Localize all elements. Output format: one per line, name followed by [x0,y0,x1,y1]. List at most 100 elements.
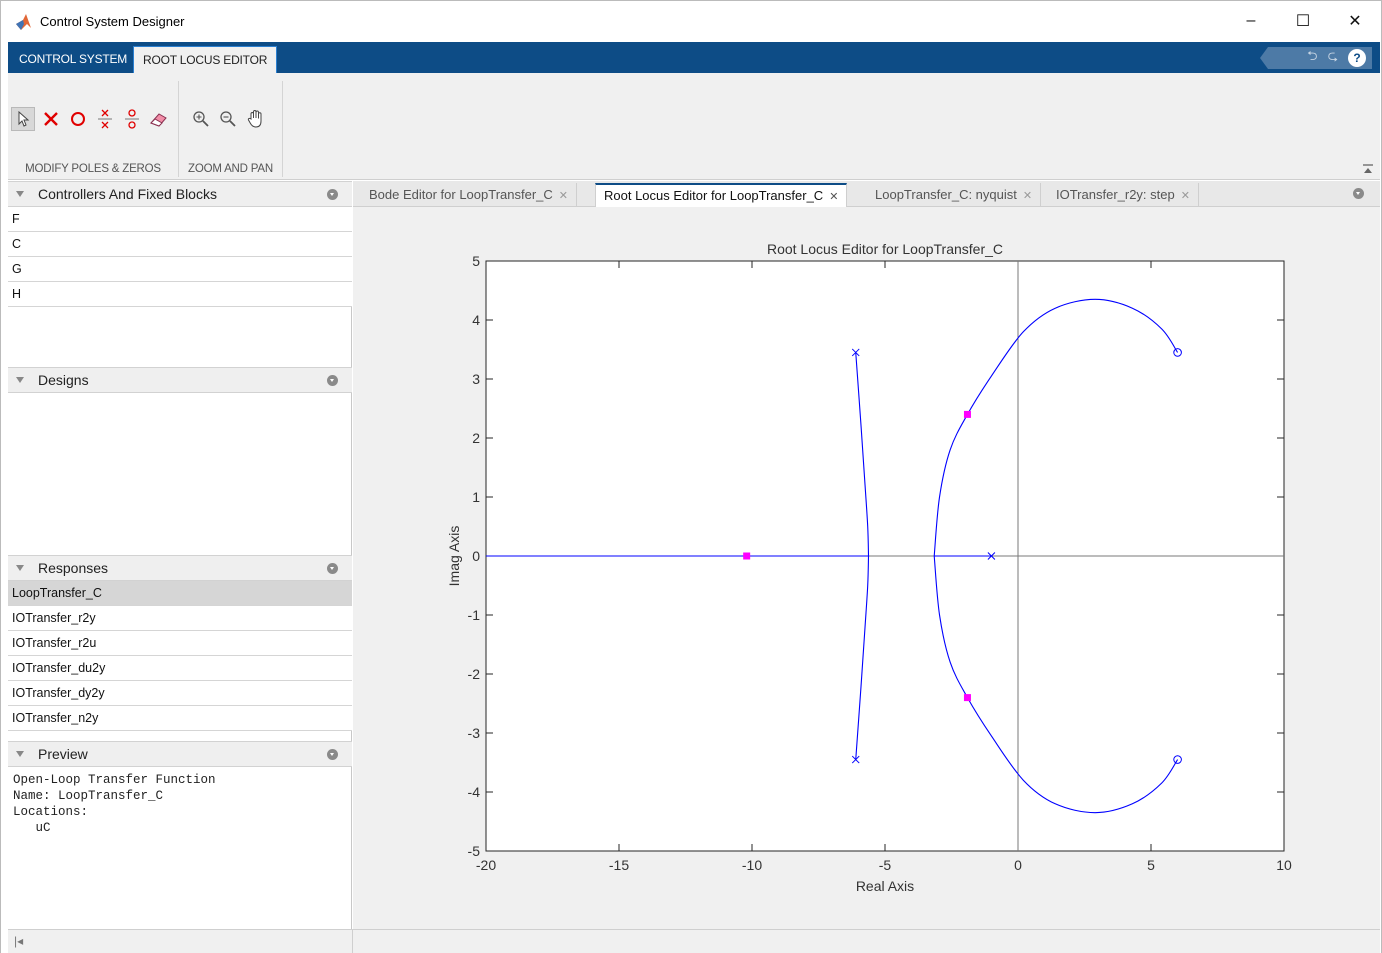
title-bar: Control System Designer [0,0,1382,42]
y-tick-label: -2 [468,666,481,682]
preview-header[interactable]: Preview [8,741,352,767]
zoom-out-icon[interactable] [216,107,240,131]
responses-header[interactable]: Responses [8,555,352,581]
help-icon[interactable]: ? [1348,49,1366,67]
list-item[interactable]: IOTransfer_dy2y [8,681,352,706]
section-zoom-and-pan: ZOOM AND PAN [179,81,283,177]
quick-access-toolbar: ⮌ ⮎ ? [1260,47,1372,69]
list-item[interactable]: IOTransfer_du2y [8,656,352,681]
y-tick-label: 0 [472,548,480,564]
close-button[interactable]: ✕ [1329,0,1381,42]
x-tick-label: -5 [879,857,892,873]
tab-root-locus-editor-doc[interactable]: Root Locus Editor for LoopTransfer_C ✕ [595,183,848,207]
document-tab-bar: Bode Editor for LoopTransfer_C ✕ Root Loc… [353,181,1380,207]
y-tick-label: 4 [472,312,480,328]
y-tick-label: 5 [472,253,480,269]
chart-title: Root Locus Editor for LoopTransfer_C [767,241,1003,257]
pin-panel-icon[interactable]: |◂ [14,934,23,948]
closed-loop-pole-marker [743,552,751,560]
close-tab-icon[interactable]: ✕ [559,190,568,202]
designs-header[interactable]: Designs [8,367,352,393]
collapse-triangle-icon[interactable] [16,751,24,757]
tab-label: IOTransfer_r2y: step [1056,187,1175,202]
document-area: Bode Editor for LoopTransfer_C ✕ Root Loc… [353,181,1380,929]
y-tick-label: -3 [468,725,481,741]
collapse-triangle-icon[interactable] [16,377,24,383]
matlab-logo-icon [16,13,31,30]
y-tick-label: -4 [468,784,481,800]
add-complex-pole-icon[interactable] [93,107,117,131]
zoom-in-icon[interactable] [189,107,213,131]
tab-control-system[interactable]: CONTROL SYSTEM [10,46,136,73]
y-tick-label: -5 [468,843,481,859]
closed-loop-pole-marker [963,410,971,418]
x-tick-label: 10 [1276,857,1292,873]
y-tick-label: -1 [468,607,481,623]
tab-label: LoopTransfer_C: nyquist [875,187,1017,202]
list-item[interactable]: IOTransfer_n2y [8,706,352,731]
maximize-button[interactable]: ☐ [1277,0,1329,42]
root-locus-plot[interactable]: Root Locus Editor for LoopTransfer_C Rea… [353,208,1380,929]
list-item[interactable]: F [8,207,352,232]
minimize-button[interactable]: – [1225,0,1277,42]
window-title: Control System Designer [40,14,185,29]
preview-title: Preview [38,746,88,762]
status-separator [352,930,353,953]
panel-menu-icon[interactable] [327,563,338,574]
list-item[interactable]: H [8,282,352,307]
x-tick-label: -20 [476,857,496,873]
y-axis-label: Imag Axis [446,526,462,587]
collapse-toolstrip-icon[interactable] [1362,163,1374,178]
preview-text: Open-Loop Transfer Function Name: LoopTr… [13,773,216,835]
y-tick-label: 1 [472,489,480,505]
collapse-triangle-icon[interactable] [16,191,24,197]
controllers-list: F C G H [8,207,352,307]
x-axis-label: Real Axis [856,878,914,894]
window-frame-left [0,42,8,953]
tab-label: Bode Editor for LoopTransfer_C [369,187,553,202]
close-tab-icon[interactable]: ✕ [1023,190,1032,202]
controllers-header[interactable]: Controllers And Fixed Blocks [8,181,352,207]
redo-icon[interactable]: ⮎ [1328,47,1338,69]
responses-list: LoopTransfer_C IOTransfer_r2y IOTransfer… [8,581,352,731]
data-browser-panel: Controllers And Fixed Blocks F C G H Des… [8,181,352,929]
add-real-zero-icon[interactable] [66,107,90,131]
ribbon-tab-bar: CONTROL SYSTEM ROOT LOCUS EDITOR ⮌ ⮎ ? [8,42,1380,73]
y-tick-label: 3 [472,371,480,387]
plot-container: Root Locus Editor for LoopTransfer_C Rea… [353,208,1380,929]
tab-nyquist[interactable]: LoopTransfer_C: nyquist ✕ [867,183,1042,207]
panel-menu-icon[interactable] [327,189,338,200]
x-tick-label: -10 [742,857,762,873]
close-tab-icon[interactable]: ✕ [829,191,838,203]
panel-menu-icon[interactable] [327,375,338,386]
add-real-pole-icon[interactable] [39,107,63,131]
controllers-title: Controllers And Fixed Blocks [38,186,217,202]
x-tick-label: 0 [1014,857,1022,873]
document-menu-icon[interactable] [1353,188,1364,199]
undo-icon[interactable]: ⮌ [1307,47,1317,69]
x-tick-label: 5 [1147,857,1155,873]
tab-step[interactable]: IOTransfer_r2y: step ✕ [1048,183,1199,207]
panel-menu-icon[interactable] [327,749,338,760]
responses-title: Responses [38,560,109,576]
section-label-modify: MODIFY POLES & ZEROS [25,163,161,175]
eraser-icon[interactable] [147,107,171,131]
status-bar: |◂ [8,929,1380,953]
add-complex-zero-icon[interactable] [120,107,144,131]
tab-root-locus-editor[interactable]: ROOT LOCUS EDITOR [133,46,278,73]
list-item[interactable]: LoopTransfer_C [8,581,352,606]
x-tick-label: -15 [609,857,629,873]
select-arrow-icon[interactable] [11,107,35,131]
list-item[interactable]: C [8,232,352,257]
tab-label: Root Locus Editor for LoopTransfer_C [604,188,824,203]
list-item[interactable]: IOTransfer_r2u [8,631,352,656]
designs-title: Designs [38,372,89,388]
collapse-triangle-icon[interactable] [16,565,24,571]
tab-bode-editor[interactable]: Bode Editor for LoopTransfer_C ✕ [361,183,578,207]
pan-hand-icon[interactable] [244,107,268,131]
section-label-zoom: ZOOM AND PAN [188,163,273,175]
list-item[interactable]: G [8,257,352,282]
close-tab-icon[interactable]: ✕ [1181,190,1190,202]
toolstrip: MODIFY POLES & ZEROS ZOOM AND PAN [8,73,1380,180]
list-item[interactable]: IOTransfer_r2y [8,606,352,631]
